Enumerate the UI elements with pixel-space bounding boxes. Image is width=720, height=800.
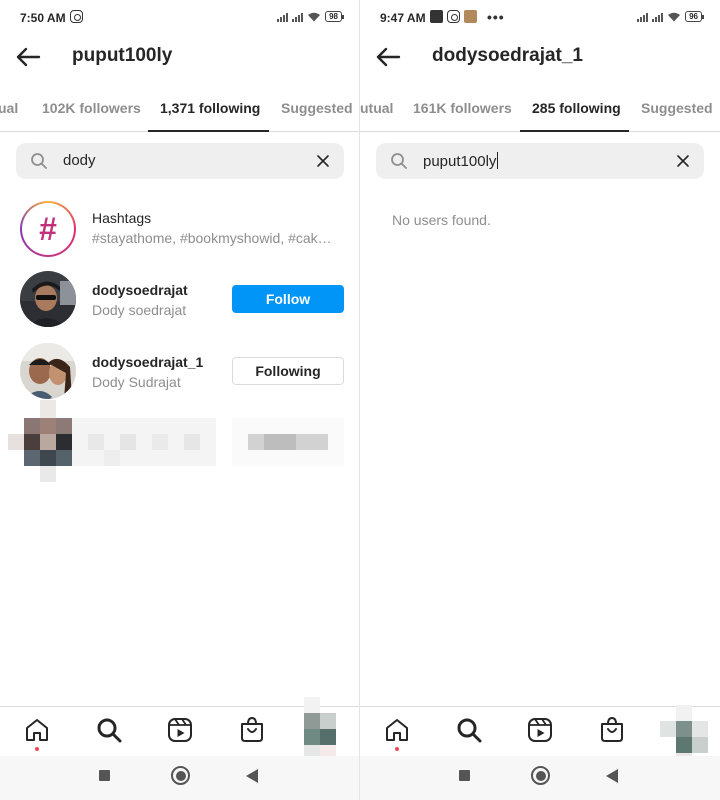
instagram-notification-icon (447, 10, 460, 23)
redacted-result-row (8, 400, 344, 482)
search-icon[interactable] (94, 715, 124, 745)
tab-mutual[interactable]: utual (360, 100, 393, 116)
status-notification-icons: ••• (430, 8, 505, 25)
status-right-icons: 98 (277, 11, 344, 22)
search-icon (391, 153, 407, 169)
hashtag-icon: # (20, 201, 76, 257)
page-title: puput100ly (72, 45, 173, 66)
profile-header: dodysoedrajat_1 (360, 36, 720, 76)
avatar[interactable] (20, 343, 76, 399)
battery-icon: 98 (325, 11, 344, 22)
notification-dot (395, 747, 399, 751)
notification-dot (35, 747, 39, 751)
following-button[interactable]: Following (232, 357, 344, 385)
reels-icon[interactable] (525, 715, 555, 745)
result-username: dodysoedrajat_1 (92, 354, 204, 370)
clear-search-icon[interactable] (676, 154, 690, 168)
user-result-row[interactable]: dodysoedrajat_1 Dody Sudrajat Following (0, 337, 360, 403)
signal-icon (277, 12, 289, 22)
clear-search-icon[interactable] (316, 154, 330, 168)
search-icon (31, 153, 47, 169)
signal-icon (652, 12, 664, 22)
follow-button[interactable]: Follow (232, 285, 344, 313)
status-notification-icons (70, 10, 83, 23)
profile-avatar[interactable] (660, 705, 720, 757)
signal-icon (292, 12, 304, 22)
hashtag-result-row[interactable]: # Hashtags #stayathome, #bookmyshowid, #… (0, 195, 360, 261)
system-back-button[interactable] (606, 769, 618, 783)
status-bar: 9:47 AM ••• 96 (360, 0, 720, 34)
more-notifications-icon: ••• (487, 8, 505, 25)
system-navigation (0, 756, 360, 800)
tab-suggested[interactable]: Suggested (281, 100, 353, 116)
shop-icon[interactable] (237, 715, 267, 745)
result-username: dodysoedrajat (92, 282, 188, 298)
profile-header: puput100ly (0, 36, 360, 76)
tab-following[interactable]: 285 following (532, 100, 621, 116)
left-screen: 7:50 AM 98 puput100ly ual 102K followers… (0, 0, 360, 800)
tab-mutual[interactable]: ual (0, 100, 18, 116)
active-tab-indicator (148, 130, 269, 132)
text-cursor (497, 152, 499, 169)
home-button[interactable] (171, 766, 190, 785)
shop-icon[interactable] (597, 715, 627, 745)
recent-apps-button[interactable] (459, 770, 470, 781)
tab-followers[interactable]: 102K followers (42, 100, 141, 116)
search-bar[interactable]: puput100ly (376, 143, 704, 179)
bottom-navigation (0, 697, 360, 757)
back-arrow-icon[interactable] (374, 43, 402, 71)
status-time: 7:50 AM (20, 11, 66, 25)
wifi-icon (668, 12, 681, 21)
profile-avatar[interactable] (288, 697, 348, 757)
home-button[interactable] (531, 766, 550, 785)
search-icon[interactable] (454, 715, 484, 745)
right-screen: 9:47 AM ••• 96 dodysoedrajat_1 utual 161… (360, 0, 720, 800)
hashtag-result-title: Hashtags (92, 210, 152, 226)
back-arrow-icon[interactable] (14, 43, 42, 71)
tab-following[interactable]: 1,371 following (160, 100, 260, 116)
home-icon[interactable] (22, 715, 52, 745)
user-result-row[interactable]: dodysoedrajat Dody soedrajat Follow (0, 265, 360, 331)
recent-apps-button[interactable] (99, 770, 110, 781)
page-title: dodysoedrajat_1 (432, 45, 583, 66)
app-notification-icon (430, 10, 443, 23)
bottom-navigation (360, 705, 720, 757)
avatar[interactable] (20, 271, 76, 327)
signal-icon (637, 12, 649, 22)
search-input[interactable]: puput100ly (423, 152, 499, 170)
hashtag-result-subtitle: #stayathome, #bookmyshowid, #cak… (92, 230, 332, 246)
search-input[interactable]: dody (63, 152, 96, 169)
status-bar: 7:50 AM 98 (0, 0, 360, 34)
follow-tabs: ual 102K followers 1,371 following Sugge… (0, 88, 360, 132)
app-notification-icon (464, 10, 477, 23)
status-time: 9:47 AM (380, 11, 426, 25)
system-navigation (360, 756, 720, 800)
search-bar[interactable]: dody (16, 143, 344, 179)
follow-tabs: utual 161K followers 285 following Sugge… (360, 88, 720, 132)
system-back-button[interactable] (246, 769, 258, 783)
wifi-icon (308, 12, 321, 21)
tab-suggested[interactable]: Suggested (641, 100, 713, 116)
battery-icon: 96 (685, 11, 704, 22)
reels-icon[interactable] (165, 715, 195, 745)
instagram-notification-icon (70, 10, 83, 23)
search-input-text: puput100ly (423, 153, 497, 170)
active-tab-indicator (520, 130, 629, 132)
status-right-icons: 96 (637, 11, 704, 22)
tab-followers[interactable]: 161K followers (413, 100, 512, 116)
home-icon[interactable] (382, 715, 412, 745)
empty-results-message: No users found. (392, 212, 491, 228)
